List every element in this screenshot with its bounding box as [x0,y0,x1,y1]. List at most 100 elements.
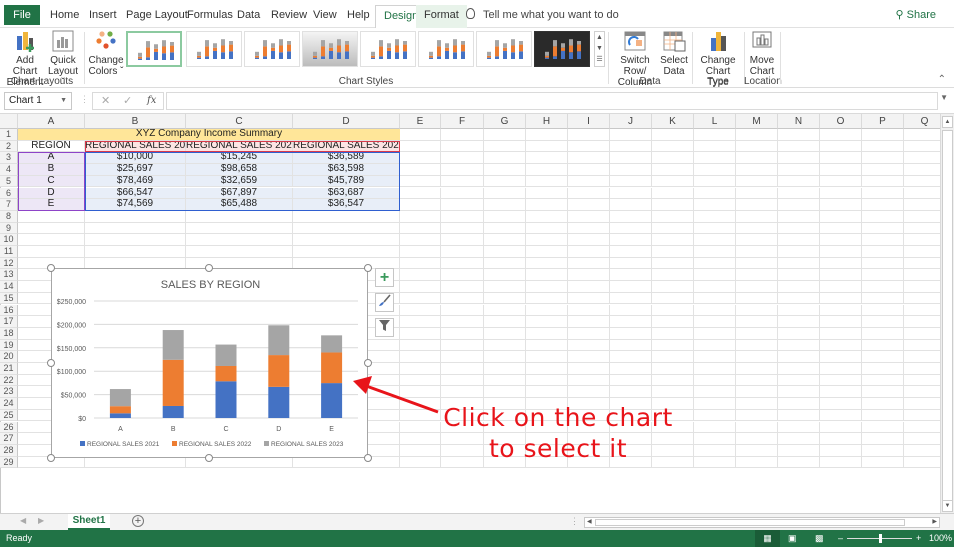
cell-M25[interactable] [736,409,778,422]
column-header-E[interactable]: E [400,114,441,129]
cell-A10[interactable] [18,234,85,246]
cell-K14[interactable] [652,281,694,293]
resize-handle[interactable] [364,264,372,272]
cell-L4[interactable] [694,164,736,176]
row-header-3[interactable]: 3 [0,152,18,165]
cell-E6[interactable] [400,187,441,200]
cell-N6[interactable] [778,187,820,200]
cell-G7[interactable] [484,199,526,211]
cell-J6[interactable] [610,187,652,200]
cell-Q25[interactable] [904,410,940,422]
cell-P13[interactable] [862,269,904,282]
zoom-out-button[interactable]: – [838,530,843,547]
cell-O6[interactable] [820,187,862,200]
cell-Q13[interactable] [904,269,940,282]
cell-L26[interactable] [694,421,736,434]
row-header-20[interactable]: 20 [0,351,18,363]
cell-J22[interactable] [610,374,652,387]
chart-elements-button[interactable]: + [375,268,394,287]
row-header-7[interactable]: 7 [0,199,18,211]
cell-H15[interactable] [526,292,568,305]
cell-Q7[interactable] [904,199,940,211]
row-header-23[interactable]: 23 [0,386,18,399]
cell-M28[interactable] [736,444,778,457]
table-cell[interactable]: D [18,187,85,200]
cell-Q9[interactable] [904,223,940,235]
cell-O18[interactable] [820,327,862,340]
cell-M2[interactable] [736,140,778,153]
resize-handle[interactable] [364,359,372,367]
cell-N3[interactable] [778,152,820,165]
cell-D10[interactable] [293,234,400,246]
cell-G4[interactable] [484,164,526,176]
cell-K6[interactable] [652,187,694,200]
cell-H19[interactable] [526,339,568,352]
cell-D9[interactable] [293,222,400,235]
cell-P9[interactable] [862,222,904,235]
cell-I19[interactable] [568,339,610,352]
cell-J8[interactable] [610,210,652,223]
zoom-in-button[interactable]: + [916,530,921,547]
cell-L3[interactable] [694,152,736,165]
split-handle-icon[interactable]: ⋮ [570,516,579,527]
chart-style-thumbnail[interactable] [418,31,474,67]
cell-O2[interactable] [820,140,862,153]
cell-K23[interactable] [652,386,694,399]
table-header[interactable]: REGIONAL SALES 2022 [186,140,293,153]
change-colors-button[interactable]: Change Colors ˇ [88,30,124,77]
cell-E7[interactable] [400,199,441,211]
resize-handle[interactable] [47,359,55,367]
cell-P1[interactable] [862,129,904,141]
normal-view-button[interactable]: ▦ [755,530,780,547]
cell-O19[interactable] [820,339,862,352]
cell-O27[interactable] [820,433,862,445]
cell-N14[interactable] [778,281,820,293]
cell-I9[interactable] [568,222,610,235]
cell-I8[interactable] [568,210,610,223]
cell-P4[interactable] [862,164,904,176]
cell-Q5[interactable] [904,176,940,188]
cell-P5[interactable] [862,175,904,188]
table-cell[interactable]: C [18,175,85,188]
cell-F11[interactable] [441,246,484,258]
cell-N28[interactable] [778,444,820,457]
cell-L28[interactable] [694,444,736,457]
cell-M14[interactable] [736,281,778,293]
table-cell[interactable]: $15,245 [186,152,293,165]
cell-P18[interactable] [862,327,904,340]
cell-G20[interactable] [484,351,526,363]
cell-G14[interactable] [484,281,526,293]
cell-I16[interactable] [568,304,610,317]
cell-G1[interactable] [484,129,526,141]
cell-O26[interactable] [820,421,862,434]
cell-H5[interactable] [526,175,568,188]
cell-O7[interactable] [820,199,862,211]
cell-H23[interactable] [526,386,568,399]
resize-handle[interactable] [47,454,55,462]
zoom-slider-thumb[interactable] [878,534,882,543]
cell-F12[interactable] [441,257,484,270]
name-box[interactable]: Chart 1 ▼ [4,92,72,110]
cell-H9[interactable] [526,222,568,235]
cell-H2[interactable] [526,140,568,153]
cell-K13[interactable] [652,269,694,282]
row-header-1[interactable]: 1 [0,129,18,141]
chart-styles-button[interactable] [375,293,394,312]
cell-G3[interactable] [484,152,526,165]
cell-F1[interactable] [441,129,484,141]
cell-P27[interactable] [862,433,904,445]
cell-O21[interactable] [820,363,862,375]
insert-function-icon[interactable]: fx [147,93,156,109]
cell-Q8[interactable] [904,211,940,223]
cell-Q24[interactable] [904,398,940,410]
cell-N26[interactable] [778,421,820,434]
prev-sheet-icon[interactable]: ◀ [20,516,26,525]
collapse-ribbon-button[interactable]: ⌃ [938,74,946,85]
cell-C8[interactable] [186,210,293,223]
cell-Q19[interactable] [904,340,940,352]
table-cell[interactable]: $66,547 [85,187,186,200]
table-cell[interactable]: $36,589 [293,152,400,165]
chart-sales-by-region[interactable]: SALES BY REGION $0 $50,000 $100,000 $150,000… [51,268,368,458]
cell-J23[interactable] [610,386,652,399]
table-cell[interactable]: $65,488 [186,199,293,211]
